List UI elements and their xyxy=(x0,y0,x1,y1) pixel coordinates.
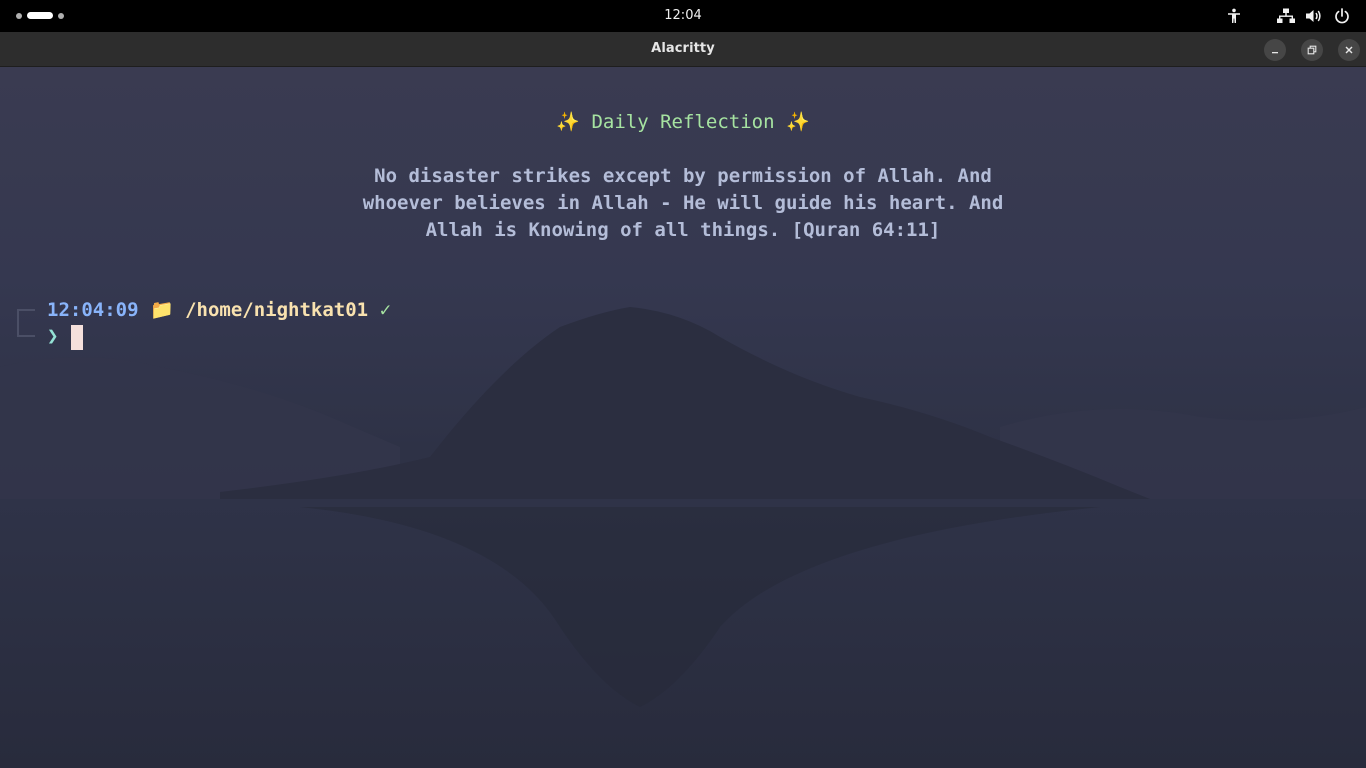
prompt-time: 12:04:09 xyxy=(47,299,139,321)
prompt-path: /home/nightkat01 xyxy=(185,299,369,321)
restore-icon xyxy=(1307,45,1317,55)
volume-icon[interactable] xyxy=(1304,6,1324,26)
reflection-quote: No disaster strikes except by permission… xyxy=(0,163,1366,244)
minimize-button[interactable] xyxy=(1264,39,1286,61)
window-titlebar[interactable]: Alacritty xyxy=(0,32,1366,67)
quote-line: whoever believes in Allah - He will guid… xyxy=(362,192,1004,214)
prompt-bracket xyxy=(17,309,35,337)
close-icon xyxy=(1345,46,1353,54)
reflection-title: Daily Reflection xyxy=(591,111,775,133)
folder-icon: 📁 xyxy=(149,299,174,321)
system-tray[interactable] xyxy=(1216,6,1352,26)
close-button[interactable] xyxy=(1338,39,1360,61)
network-wired-icon[interactable] xyxy=(1276,6,1296,26)
window-title: Alacritty xyxy=(651,41,715,56)
terminal-area[interactable]: ✨ Daily Reflection ✨ No disaster strikes… xyxy=(0,67,1366,768)
accessibility-icon[interactable] xyxy=(1224,6,1244,26)
power-icon[interactable] xyxy=(1332,6,1352,26)
terminal-cursor[interactable] xyxy=(71,325,83,350)
sparkles-icon: ✨ xyxy=(556,111,581,133)
checkmark-icon: ✓ xyxy=(379,299,392,321)
reflection-heading: ✨ Daily Reflection ✨ xyxy=(0,110,1366,133)
sparkles-icon: ✨ xyxy=(785,111,810,133)
prompt-line: 12:04:09 📁 /home/nightkat01 ✓ xyxy=(47,298,391,321)
prompt-symbol: ❯ xyxy=(47,325,59,347)
top-bar: 12:04 xyxy=(0,0,1366,32)
maximize-button[interactable] xyxy=(1301,39,1323,61)
clock[interactable]: 12:04 xyxy=(0,8,1366,23)
quote-line: No disaster strikes except by permission… xyxy=(374,165,992,187)
minimize-icon xyxy=(1272,52,1278,54)
quote-line: Allah is Knowing of all things. [Quran 6… xyxy=(425,219,941,241)
